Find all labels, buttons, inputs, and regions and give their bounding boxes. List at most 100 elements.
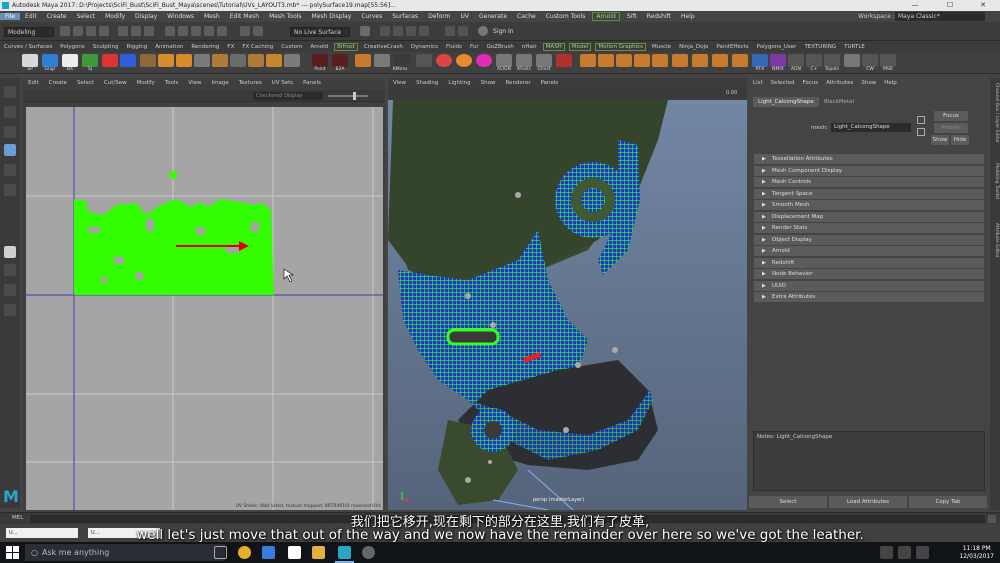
- task-view-icon[interactable]: [214, 546, 227, 559]
- menu-select[interactable]: Select: [72, 13, 101, 20]
- uv-menu-textures[interactable]: Textures: [234, 80, 267, 86]
- shelf-tab-rigging[interactable]: Rigging: [122, 44, 151, 50]
- shelf-tab-gozbrush[interactable]: GoZBrush: [483, 44, 518, 50]
- shelf-tab-custom[interactable]: Custom: [277, 44, 306, 50]
- shelf-blue-icon[interactable]: [120, 54, 136, 67]
- shelf-cube-icon[interactable]: [158, 54, 174, 67]
- attr-menu-attributes[interactable]: Attributes: [822, 80, 857, 86]
- menu-help[interactable]: Help: [676, 13, 700, 20]
- shelf-tab-polygons[interactable]: Polygons: [56, 44, 88, 50]
- shelf-tab-polygons-user[interactable]: Polygons_User: [753, 44, 801, 50]
- attr-section-object-display[interactable]: ▶ Object Display: [754, 234, 984, 245]
- attr-section-tessellation-attributes[interactable]: ▶ Tessellation Attributes: [754, 154, 984, 164]
- scale-tool-icon[interactable]: [4, 184, 16, 196]
- uv-menu-create[interactable]: Create: [44, 80, 72, 86]
- snap-curve-icon[interactable]: [178, 26, 188, 36]
- shelf-mesh-icon[interactable]: [284, 54, 300, 67]
- snap-view-icon[interactable]: [204, 26, 214, 36]
- shelf-cube7-icon[interactable]: [672, 54, 688, 67]
- uv-menu-edit[interactable]: Edit: [23, 80, 44, 86]
- shelf-grey-icon[interactable]: [374, 54, 390, 67]
- uv-menu-panels[interactable]: Panels: [298, 80, 326, 86]
- maya-taskbar-icon[interactable]: [338, 546, 351, 559]
- menu-create[interactable]: Create: [42, 13, 72, 20]
- two-pane-layout-icon[interactable]: [4, 284, 16, 296]
- menu-redshift[interactable]: Redshift: [642, 13, 676, 20]
- uv-menu-cut-sew[interactable]: Cut/Sew: [99, 80, 132, 86]
- attr-section-mesh-controls[interactable]: ▶ Mesh Controls: [754, 177, 984, 187]
- tab-channel-box[interactable]: Channel Box / Layer Editor: [991, 83, 999, 143]
- shelf-tab-nhair[interactable]: nHair: [518, 44, 541, 50]
- shelf-tab-mash[interactable]: MASH: [542, 42, 565, 51]
- clock[interactable]: 11:18 PM 12/03/2017: [959, 545, 994, 561]
- menu-modify[interactable]: Modify: [100, 13, 130, 20]
- brightness-slider[interactable]: [328, 95, 368, 97]
- uv-menu-modify[interactable]: Modify: [132, 80, 160, 86]
- redo-icon[interactable]: [99, 26, 109, 36]
- menu-surfaces[interactable]: Surfaces: [387, 13, 423, 20]
- shelf-sj-icon[interactable]: [82, 54, 98, 67]
- pause-icon[interactable]: [458, 26, 468, 36]
- menu-custom-tools[interactable]: Custom Tools: [541, 13, 591, 20]
- edge-icon[interactable]: [262, 546, 275, 559]
- shelf-bx-icon[interactable]: [62, 54, 78, 67]
- construction-icon[interactable]: [253, 26, 263, 36]
- uv-menu-image[interactable]: Image: [206, 80, 233, 86]
- four-pane-layout-icon[interactable]: [4, 264, 16, 276]
- focus-button[interactable]: Focus: [934, 111, 968, 121]
- viewport-menu-panels[interactable]: Panels: [536, 80, 564, 86]
- undo-icon[interactable]: [86, 26, 96, 36]
- menu-cache[interactable]: Cache: [512, 13, 541, 20]
- shelf-cube3-icon[interactable]: [598, 54, 614, 67]
- viewport-canvas[interactable]: persp (masterLayer): [388, 100, 747, 510]
- menu-file[interactable]: File: [0, 13, 21, 20]
- attr-menu-help[interactable]: Help: [880, 80, 901, 86]
- shelf-cube2-icon[interactable]: [580, 54, 596, 67]
- shelf-tab-ninja-dojo[interactable]: Ninja_Dojo: [675, 44, 712, 50]
- shelf-tab-animation[interactable]: Animation: [151, 44, 187, 50]
- show-button[interactable]: Show: [931, 135, 949, 145]
- hypershade-icon[interactable]: [419, 26, 429, 36]
- menu-deform[interactable]: Deform: [423, 13, 455, 20]
- select-hierarchy-icon[interactable]: [118, 26, 128, 36]
- shelf-cube8-icon[interactable]: [692, 54, 708, 67]
- shelf-topoin-icon[interactable]: [824, 54, 840, 67]
- workspace-dropdown[interactable]: Maya Classic*: [895, 12, 985, 21]
- menu-sift[interactable]: Sift: [622, 13, 642, 20]
- attr-menu-focus[interactable]: Focus: [798, 80, 822, 86]
- render-settings-icon[interactable]: [406, 26, 416, 36]
- attr-section-displacement-map[interactable]: ▶ Displacement Map: [754, 211, 984, 222]
- store-icon[interactable]: [288, 546, 301, 559]
- history-icon[interactable]: [240, 26, 250, 36]
- attr-section-uuid[interactable]: ▶ UUID: [754, 280, 984, 291]
- attr-section-render-stats[interactable]: ▶ Render Stats: [754, 223, 984, 233]
- tab-modeling-toolkit[interactable]: Modeling Toolkit: [991, 163, 999, 199]
- viewport-menu-shading[interactable]: Shading: [411, 80, 443, 86]
- shelf-msr-icon[interactable]: [880, 54, 896, 67]
- shelf-tab-model[interactable]: Model: [568, 42, 592, 51]
- shelf-cube6-icon[interactable]: [652, 54, 668, 67]
- shelf-tab-turtle[interactable]: TURTLE: [840, 44, 869, 50]
- render-icon[interactable]: [380, 26, 390, 36]
- shelf-nmix-icon[interactable]: [770, 54, 786, 67]
- attr-section-redshift[interactable]: ▶ Redshift: [754, 257, 984, 268]
- save-icon[interactable]: [73, 26, 83, 36]
- viewport-menu-view[interactable]: View: [388, 80, 411, 86]
- attr-section-extra-attributes[interactable]: ▶ Extra Attributes: [754, 292, 984, 302]
- shelf-tab-fx-caching[interactable]: FX Caching: [238, 44, 277, 50]
- shelf-khalis-icon[interactable]: [516, 54, 532, 67]
- shelf-circle-orange-icon[interactable]: [456, 54, 472, 67]
- shelf-cube-icon[interactable]: [176, 54, 192, 67]
- symmetry-icon[interactable]: [360, 26, 370, 36]
- user-avatar-icon[interactable]: [478, 26, 488, 36]
- scifi-bust-mesh[interactable]: [388, 100, 747, 510]
- menu-edit-mesh[interactable]: Edit Mesh: [225, 13, 264, 20]
- folder-icon[interactable]: [60, 26, 70, 36]
- paste-icon[interactable]: [917, 128, 925, 136]
- select-object-icon[interactable]: [131, 26, 141, 36]
- tab-active-shape[interactable]: Light_CalcongShape: [753, 97, 819, 107]
- menu-arnold[interactable]: Arnold: [592, 12, 620, 21]
- shelf-align-icon[interactable]: [496, 54, 512, 67]
- shelf-point-icon[interactable]: [312, 54, 328, 67]
- checker-display-field[interactable]: Checkered Display: [253, 92, 323, 100]
